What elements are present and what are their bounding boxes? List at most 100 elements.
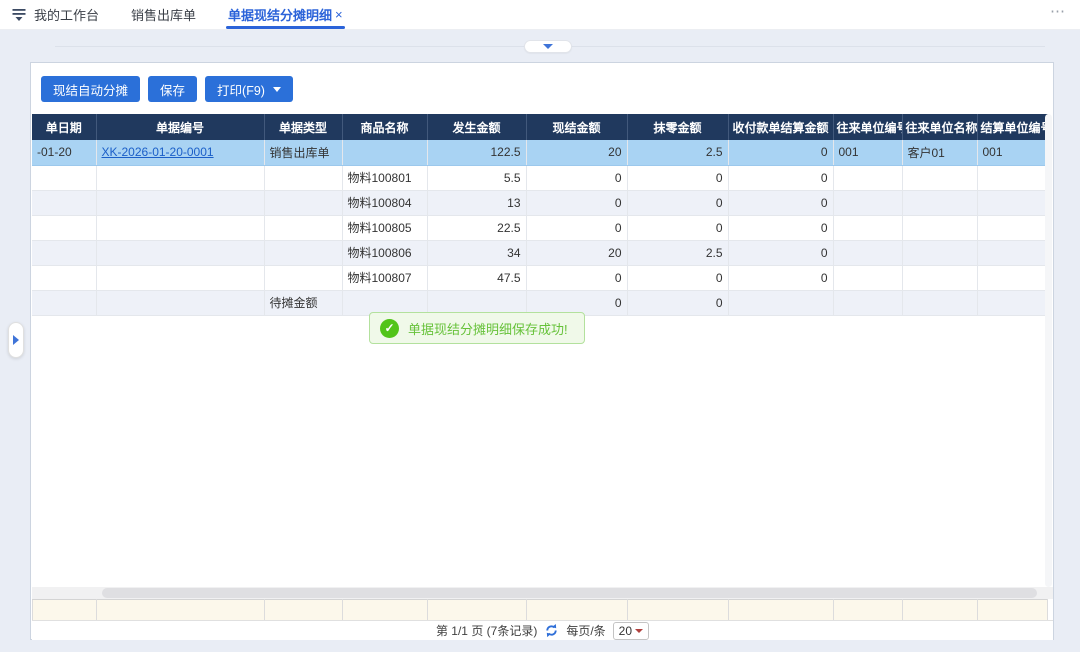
cell-r6c9	[833, 265, 902, 290]
cell-r7c7: 0	[627, 290, 728, 315]
column-header-1[interactable]: 单日期	[32, 114, 96, 140]
cell-r7c2	[96, 290, 264, 315]
cell-r3c10	[902, 190, 977, 215]
cell-r7c9	[833, 290, 902, 315]
summary-cell-11	[978, 600, 1048, 621]
cell-r4c10	[902, 215, 977, 240]
cell-r4c11	[977, 215, 1047, 240]
table-row-5[interactable]: 物料10080634202.50	[32, 240, 1047, 265]
vertical-scrollbar[interactable]	[1045, 114, 1052, 587]
summary-cell-4	[343, 600, 428, 621]
cell-r2c8: 0	[728, 165, 833, 190]
cell-r1c5: 122.5	[427, 140, 526, 165]
cell-r3c4: 物料100804	[342, 190, 427, 215]
column-header-10[interactable]: 往来单位名称	[902, 114, 977, 140]
print-button[interactable]: 打印(F9)	[205, 76, 293, 102]
save-success-toast: ✓ 单据现结分摊明细保存成功!	[369, 312, 585, 344]
cell-r4c8: 0	[728, 215, 833, 240]
cell-r5c7: 2.5	[627, 240, 728, 265]
cell-r5c1	[32, 240, 96, 265]
grid-wrap: 单日期单据编号单据类型商品名称发生金额现结金额抹零金额收付款单结算金额往来单位编…	[32, 114, 1047, 316]
refresh-icon[interactable]	[544, 623, 559, 638]
cell-r7c1	[32, 290, 96, 315]
cell-r6c3	[264, 265, 342, 290]
cell-r6c11	[977, 265, 1047, 290]
tabs: 我的工作台 销售出库单 单据现结分摊明细×	[34, 0, 375, 29]
cell-r1c9: 001	[833, 140, 902, 165]
column-header-6[interactable]: 现结金额	[526, 114, 627, 140]
tab-3[interactable]: 单据现结分摊明细×	[228, 0, 343, 29]
more-tabs-icon[interactable]: ⋯	[1050, 2, 1066, 20]
table-row-6[interactable]: 物料10080747.5000	[32, 265, 1047, 290]
print-label: 打印(F9)	[217, 80, 265, 99]
cell-r6c2	[96, 265, 264, 290]
cell-r5c11	[977, 240, 1047, 265]
summary-cell-9	[834, 600, 903, 621]
cell-r5c4: 物料100806	[342, 240, 427, 265]
document-number-link[interactable]: XK-2026-01-20-0001	[102, 145, 214, 159]
page-info: 第 1/1 页 (7条记录)	[436, 622, 537, 639]
cell-r1c3: 销售出库单	[264, 140, 342, 165]
cell-r1c10: 客户01	[902, 140, 977, 165]
cell-r6c5: 47.5	[427, 265, 526, 290]
tab-1[interactable]: 我的工作台	[34, 0, 99, 29]
summary-cell-7	[628, 600, 729, 621]
tab-2[interactable]: 销售出库单	[131, 0, 196, 29]
cell-r2c6: 0	[526, 165, 627, 190]
cell-r6c7: 0	[627, 265, 728, 290]
cell-r2c5: 5.5	[427, 165, 526, 190]
cell-r2c1	[32, 165, 96, 190]
cell-r6c1	[32, 265, 96, 290]
print-caret-icon[interactable]	[273, 87, 281, 92]
column-header-7[interactable]: 抹零金额	[627, 114, 728, 140]
cell-r3c7: 0	[627, 190, 728, 215]
collapse-panel-button[interactable]	[524, 40, 572, 53]
column-header-8[interactable]: 收付款单结算金额	[728, 114, 833, 140]
menu-collapse-icon[interactable]	[12, 8, 26, 22]
column-header-11[interactable]: 结算单位编号	[977, 114, 1047, 140]
expand-sidebar-button[interactable]	[8, 322, 24, 358]
column-header-5[interactable]: 发生金额	[427, 114, 526, 140]
table-row-3[interactable]: 物料10080413000	[32, 190, 1047, 215]
column-header-2[interactable]: 单据编号	[96, 114, 264, 140]
cell-r4c1	[32, 215, 96, 240]
cell-r4c4: 物料100805	[342, 215, 427, 240]
summary-cell-1	[33, 600, 97, 621]
auto-allocate-button[interactable]: 现结自动分摊	[41, 76, 140, 102]
cell-r5c3	[264, 240, 342, 265]
table-row-4[interactable]: 物料10080522.5000	[32, 215, 1047, 240]
save-button[interactable]: 保存	[148, 76, 197, 102]
column-header-9[interactable]: 往来单位编号	[833, 114, 902, 140]
table-header-row: 单日期单据编号单据类型商品名称发生金额现结金额抹零金额收付款单结算金额往来单位编…	[32, 114, 1047, 140]
summary-cell-8	[729, 600, 834, 621]
cell-r7c8	[728, 290, 833, 315]
cell-r6c10	[902, 265, 977, 290]
cell-r1c7: 2.5	[627, 140, 728, 165]
horizontal-scrollbar-thumb[interactable]	[102, 588, 1037, 598]
tab-close-icon[interactable]: ×	[335, 7, 343, 22]
chevron-down-icon	[543, 44, 553, 49]
cell-r1c11: 001	[977, 140, 1047, 165]
page-size-select[interactable]: 20	[613, 622, 649, 640]
cell-r1c4	[342, 140, 427, 165]
cell-r3c5: 13	[427, 190, 526, 215]
cell-r2c9	[833, 165, 902, 190]
column-header-3[interactable]: 单据类型	[264, 114, 342, 140]
cell-r4c9	[833, 215, 902, 240]
app-screen: 我的工作台销售出库单单据现结分摊明细× ⋯ 现结自动分摊保存打印(F9) 单日期…	[0, 0, 1080, 652]
main-panel: 现结自动分摊保存 打印(F9) 单日期单据编号单据类型商品名称发生金额现结金额抹零…	[30, 62, 1054, 640]
cell-r3c2	[96, 190, 264, 215]
cell-r5c2	[96, 240, 264, 265]
cell-r7c11	[977, 290, 1047, 315]
summary-cell-6	[527, 600, 628, 621]
cell-r3c9	[833, 190, 902, 215]
table-row-1[interactable]: -01-20XK-2026-01-20-0001销售出库单122.5202.50…	[32, 140, 1047, 165]
table-row-2[interactable]: 物料1008015.5000	[32, 165, 1047, 190]
summary-table	[32, 599, 1048, 621]
summary-cell-2	[97, 600, 265, 621]
tab-label: 销售出库单	[131, 5, 196, 24]
column-header-4[interactable]: 商品名称	[342, 114, 427, 140]
cell-r6c4: 物料100807	[342, 265, 427, 290]
page-size-caret-icon	[635, 629, 643, 633]
toolbar: 现结自动分摊保存 打印(F9)	[41, 76, 293, 102]
